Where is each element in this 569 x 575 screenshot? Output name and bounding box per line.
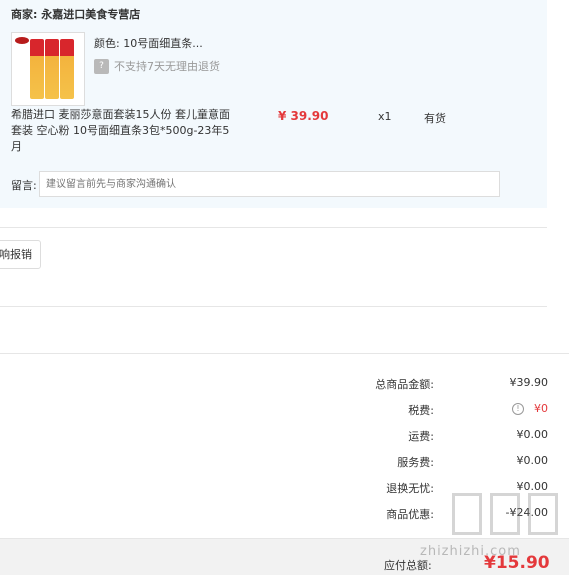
summary-value: ¥39.90 bbox=[509, 376, 549, 389]
merchant-name[interactable]: 永嘉进口美食专营店 bbox=[41, 8, 140, 21]
summary-row: 税费:! ¥0 bbox=[300, 402, 548, 418]
merchant-row: 商家: 永嘉进口美食专营店 bbox=[11, 6, 140, 22]
product-thumbnail[interactable] bbox=[11, 32, 85, 106]
summary-label: 退换无忧: bbox=[386, 482, 434, 495]
remark-input[interactable] bbox=[39, 171, 500, 197]
shop-order-panel: 商家: 永嘉进口美食专营店 颜色: 10号面细直条... ? 不支持7天无理由退… bbox=[0, 0, 547, 208]
payable-label: 应付总额: bbox=[384, 559, 432, 572]
summary-value: ¥0.00 bbox=[516, 480, 549, 493]
summary-row: 服务费: ¥0.00 bbox=[300, 454, 548, 470]
return-policy: ? 不支持7天无理由退货 bbox=[94, 58, 220, 74]
merchant-label: 商家: bbox=[11, 8, 38, 21]
summary-row: 总商品金额: ¥39.90 bbox=[300, 376, 548, 392]
summary-value: ¥0.00 bbox=[516, 454, 549, 467]
info-icon[interactable]: ! bbox=[512, 403, 524, 415]
summary-value: ¥0.00 bbox=[516, 428, 549, 441]
attribute-label: 颜色: bbox=[94, 37, 120, 50]
summary-value: ¥0 bbox=[534, 402, 548, 415]
product-title[interactable]: 希腊进口 麦丽莎意面套装15人份 套儿童意面 套装 空心粉 10号面细直条3包*… bbox=[11, 107, 233, 155]
summary-label: 运费: bbox=[408, 430, 434, 443]
product-attribute: 颜色: 10号面细直条... bbox=[94, 35, 203, 51]
question-icon: ? bbox=[94, 58, 109, 74]
return-policy-text: 不支持7天无理由退货 bbox=[114, 60, 220, 73]
stock-status: 有货 bbox=[424, 112, 446, 125]
summary-label: 总商品金额: bbox=[375, 378, 434, 391]
watermark-text: zhizhizhi.com bbox=[420, 544, 521, 559]
brand-logo-icon bbox=[15, 37, 29, 44]
invoice-button[interactable]: 响报销 bbox=[0, 240, 41, 269]
summary-label: 税费: bbox=[408, 404, 434, 417]
remark-label: 留言: bbox=[11, 179, 37, 192]
summary-label: 商品优惠: bbox=[386, 508, 434, 521]
product-quantity: x1 bbox=[378, 110, 392, 123]
watermark-logo bbox=[452, 493, 562, 539]
divider bbox=[0, 227, 547, 228]
attribute-value: 10号面细直条... bbox=[123, 37, 203, 50]
summary-row: 运费: ¥0.00 bbox=[300, 428, 548, 444]
divider bbox=[0, 306, 547, 307]
divider bbox=[0, 353, 569, 354]
summary-label: 服务费: bbox=[397, 456, 434, 469]
product-price: ¥ 39.90 bbox=[278, 109, 329, 123]
